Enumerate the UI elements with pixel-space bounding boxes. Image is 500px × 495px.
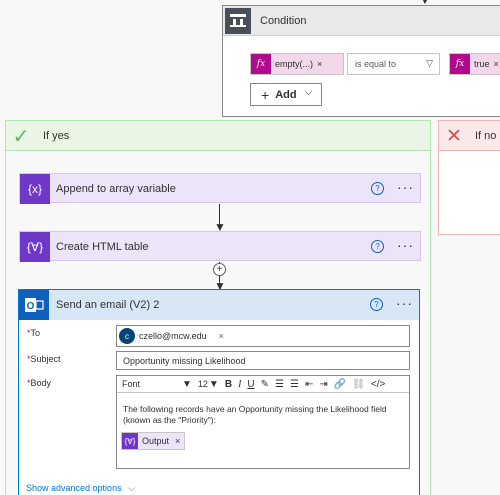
unlink-icon[interactable]: ⛓: [352, 379, 365, 390]
append-to-array-action[interactable]: {x} Append to array variable ? ···: [19, 173, 421, 204]
condition-card: Condition fx empty(...) × is equal to ▽ …: [222, 5, 500, 117]
font-select[interactable]: Font: [122, 379, 182, 389]
indent-icon[interactable]: ⇥: [319, 379, 327, 390]
outdent-icon[interactable]: ⇤: [305, 379, 313, 390]
rich-text-toolbar: Font ▼ 12 ▼ B I U ✎ ☰ ☰ ⇤ ⇥ 🔗 ⛓ </>: [117, 376, 409, 393]
numbered-list-icon[interactable]: ☰: [275, 379, 284, 390]
add-condition-button[interactable]: + Add ⌵: [250, 83, 322, 106]
font-size-select[interactable]: 12: [198, 379, 208, 389]
to-field[interactable]: c czello@mcw.edu ×: [116, 325, 410, 347]
bullet-list-icon[interactable]: ☰: [290, 379, 299, 390]
highlight-icon[interactable]: ✎: [261, 379, 269, 390]
recipient-token: c czello@mcw.edu ×: [119, 328, 224, 344]
bold-icon[interactable]: B: [225, 379, 232, 390]
subject-label: *Subject: [27, 354, 61, 364]
right-expression-token[interactable]: fx true ×: [449, 53, 500, 75]
insert-step-plus-icon[interactable]: +: [213, 263, 226, 276]
remove-token-icon[interactable]: ×: [175, 436, 180, 446]
action-title: Send an email (V2) 2: [56, 299, 160, 311]
chevron-down-icon: ▽: [426, 58, 433, 68]
more-options-icon[interactable]: ···: [397, 237, 414, 253]
send-email-header[interactable]: O Send an email (V2) 2 ? ···: [19, 290, 419, 320]
link-icon[interactable]: 🔗: [334, 379, 346, 390]
remove-token-icon[interactable]: ×: [317, 59, 322, 69]
data-operation-icon: {∀}: [20, 232, 50, 262]
to-label: *To: [27, 328, 41, 338]
underline-icon[interactable]: U: [247, 379, 254, 390]
svg-text:O: O: [27, 301, 35, 312]
remove-token-icon[interactable]: ×: [494, 59, 499, 69]
output-token[interactable]: {∀} Output ×: [121, 432, 186, 450]
fx-icon: fx: [450, 54, 470, 74]
if-no-branch: ✕ If no: [438, 120, 500, 235]
checkmark-icon: ✓: [12, 125, 30, 148]
data-operation-icon: {∀}: [122, 433, 138, 449]
if-no-header[interactable]: ✕ If no: [439, 121, 500, 151]
token-label: true ×: [470, 54, 500, 74]
close-x-icon: ✕: [446, 125, 462, 147]
body-label: *Body: [27, 378, 52, 388]
variable-icon: {x}: [20, 174, 50, 204]
create-html-table-action[interactable]: {∀} Create HTML table ? ···: [19, 231, 421, 262]
show-advanced-options-link[interactable]: Show advanced options ⌵: [26, 483, 135, 494]
font-select-chevron-icon[interactable]: ▼: [182, 379, 192, 390]
action-title: Append to array variable: [56, 183, 176, 195]
condition-title: Condition: [260, 15, 307, 27]
condition-icon: [225, 8, 251, 34]
body-text: The following records have an Opportunit…: [123, 404, 387, 425]
more-options-icon[interactable]: ···: [396, 295, 413, 311]
fx-icon: fx: [251, 54, 271, 74]
chevron-down-icon: ⌵: [304, 87, 313, 98]
plus-icon: +: [261, 86, 270, 103]
more-options-icon[interactable]: ···: [397, 179, 414, 195]
avatar: c: [119, 328, 135, 344]
help-icon[interactable]: ?: [371, 240, 384, 253]
if-no-label: If no: [475, 130, 497, 142]
italic-icon[interactable]: I: [238, 379, 241, 390]
token-label: Output ×: [138, 433, 185, 449]
body-editor[interactable]: Font ▼ 12 ▼ B I U ✎ ☰ ☰ ⇤ ⇥ 🔗 ⛓ </> The …: [116, 375, 410, 469]
operator-select[interactable]: is equal to ▽: [347, 53, 440, 75]
help-icon[interactable]: ?: [370, 298, 383, 311]
code-view-icon[interactable]: </>: [371, 379, 385, 390]
action-title: Create HTML table: [56, 241, 149, 253]
remove-recipient-icon[interactable]: ×: [219, 331, 224, 341]
font-size-chevron-icon[interactable]: ▼: [209, 379, 219, 390]
outlook-icon: O: [19, 290, 49, 320]
token-label: empty(...) ×: [271, 54, 343, 74]
if-yes-label: If yes: [43, 130, 70, 142]
send-email-action-card: O Send an email (V2) 2 ? ··· *To c czell…: [18, 289, 420, 495]
if-yes-header[interactable]: ✓ If yes: [6, 121, 430, 151]
help-icon[interactable]: ?: [371, 182, 384, 195]
chevron-down-icon: ⌵: [128, 483, 135, 493]
condition-header[interactable]: Condition: [223, 6, 500, 36]
left-expression-token[interactable]: fx empty(...) ×: [250, 53, 344, 75]
subject-input[interactable]: Opportunity missing Likelihood: [116, 351, 410, 370]
